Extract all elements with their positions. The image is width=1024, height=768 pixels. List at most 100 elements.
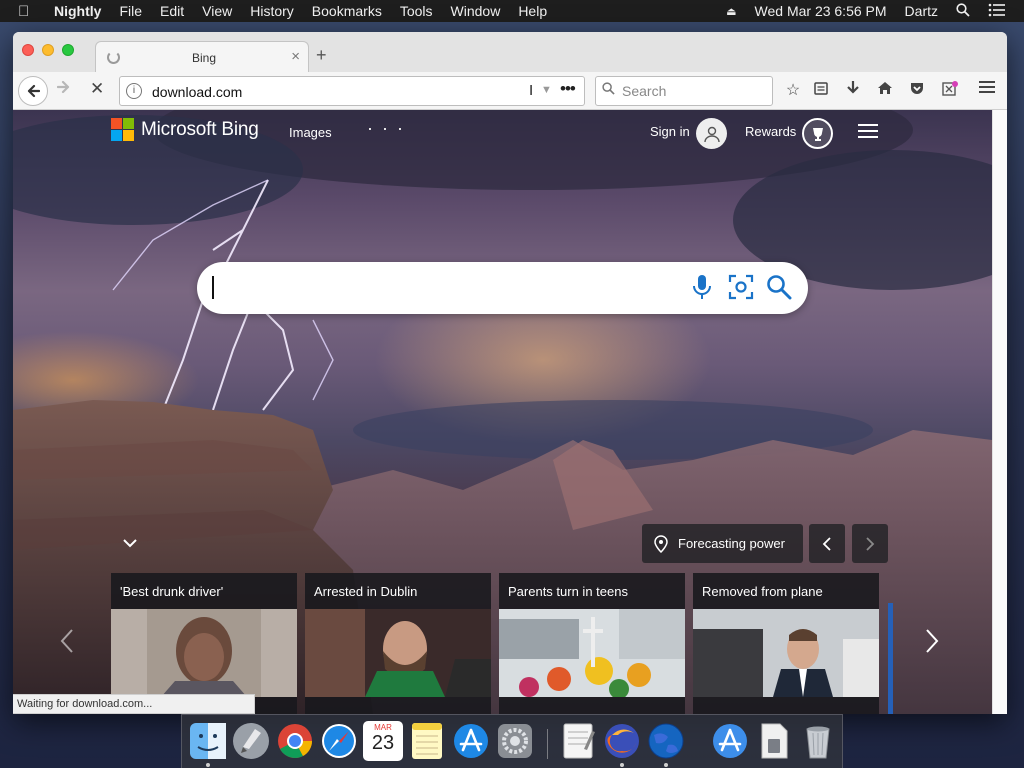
dock: MAR 23	[181, 714, 843, 768]
running-indicator	[206, 763, 210, 767]
navigation-toolbar: ✕ i download.com I ▼ ••• ☆	[13, 72, 1007, 110]
launchpad-icon[interactable]	[231, 721, 271, 761]
menu-view[interactable]: View	[202, 3, 232, 19]
news-next-icon[interactable]	[924, 628, 940, 659]
library-icon[interactable]	[811, 80, 831, 101]
news-carousel: 'Best drunk driver' Arrested in Dublin P…	[111, 573, 891, 714]
next-image-button[interactable]	[852, 524, 888, 563]
downloads-icon[interactable]	[843, 80, 863, 101]
status-bar: Waiting for download.com...	[13, 694, 255, 714]
visual-search-icon[interactable]	[728, 274, 754, 305]
textedit-icon[interactable]	[558, 721, 598, 761]
sign-in-link[interactable]: Sign in	[650, 124, 690, 139]
menu-app-name[interactable]: Nightly	[54, 3, 101, 19]
notification-center-icon[interactable]	[988, 3, 1006, 20]
bing-search-box[interactable]	[197, 262, 808, 314]
menu-tools[interactable]: Tools	[400, 3, 433, 19]
running-indicator	[664, 763, 668, 767]
page-actions-icon[interactable]: •••	[560, 79, 576, 99]
menu-clock[interactable]: Wed Mar 23 6:56 PM	[755, 3, 887, 19]
downloads-stack-icon[interactable]	[754, 721, 794, 761]
news-card[interactable]: Parents turn in teens	[499, 573, 685, 714]
logo-text: Microsoft Bing	[141, 118, 259, 140]
microphone-icon[interactable]	[692, 274, 712, 305]
pocket-icon[interactable]	[907, 80, 927, 101]
bing-logo[interactable]: Microsoft Bing	[111, 118, 259, 141]
menu-window[interactable]: Window	[451, 3, 501, 19]
news-title: Removed from plane	[702, 584, 823, 599]
eject-icon[interactable]: ⏏	[726, 5, 736, 18]
tab-close-icon[interactable]: ×	[291, 48, 300, 65]
globe-app-icon[interactable]	[646, 721, 686, 761]
window-close-button[interactable]	[22, 44, 34, 56]
applications-folder-icon[interactable]	[710, 721, 750, 761]
app-store-icon[interactable]	[451, 721, 491, 761]
window-minimize-button[interactable]	[42, 44, 54, 56]
url-text[interactable]: download.com	[152, 84, 242, 100]
menu-history[interactable]: History	[250, 3, 294, 19]
user-icon	[703, 126, 720, 142]
news-card[interactable]: Arrested in Dublin	[305, 573, 491, 714]
notes-icon[interactable]	[407, 721, 447, 761]
site-info-icon[interactable]: i	[126, 83, 142, 99]
rewards-link[interactable]: Rewards	[745, 124, 796, 139]
loading-spinner-icon	[107, 51, 120, 64]
news-card[interactable]: Removed from plane	[693, 573, 879, 714]
news-thumbnail	[305, 609, 491, 697]
previous-image-button[interactable]	[809, 524, 845, 563]
bookmark-star-icon[interactable]: ☆	[783, 80, 803, 100]
calendar-day: 23	[371, 732, 395, 754]
tab-title: Bing	[192, 51, 217, 65]
menu-user[interactable]: Dartz	[905, 3, 938, 19]
running-indicator	[620, 763, 624, 767]
address-bar[interactable]: i download.com I ▼ •••	[119, 76, 585, 106]
search-submit-icon[interactable]	[766, 274, 792, 305]
news-prev-icon[interactable]	[59, 628, 75, 659]
firefox-icon[interactable]	[602, 721, 642, 761]
menu-help[interactable]: Help	[518, 3, 547, 19]
search-icon	[602, 82, 615, 98]
news-title: Parents turn in teens	[508, 584, 628, 599]
system-preferences-icon[interactable]	[495, 721, 535, 761]
search-bar[interactable]	[595, 76, 773, 106]
tab-bing[interactable]: Bing ×	[95, 41, 309, 72]
image-info-button[interactable]: Forecasting power	[642, 524, 803, 563]
window-zoom-button[interactable]	[62, 44, 74, 56]
nav-more-icon[interactable]: · · ·	[367, 118, 405, 139]
rewards-trophy-icon[interactable]	[802, 118, 833, 149]
trash-icon[interactable]	[798, 721, 838, 761]
avatar[interactable]	[696, 118, 727, 149]
safari-icon[interactable]	[319, 721, 359, 761]
chrome-icon[interactable]	[275, 721, 315, 761]
news-thumbnail	[693, 609, 879, 697]
home-icon[interactable]	[875, 80, 895, 101]
menu-edit[interactable]: Edit	[160, 3, 184, 19]
menu-bookmarks[interactable]: Bookmarks	[312, 3, 382, 19]
spotlight-search-icon[interactable]	[956, 2, 970, 20]
bing-homepage: Microsoft Bing Images · · · Sign in Rewa…	[13, 110, 992, 714]
finder-icon[interactable]	[188, 721, 228, 761]
menu-file[interactable]: File	[119, 3, 142, 19]
forward-button[interactable]	[56, 80, 71, 99]
url-dropdown-icon[interactable]: ▼	[541, 84, 552, 96]
news-thumbnail	[499, 609, 685, 697]
nav-images-link[interactable]: Images	[289, 125, 332, 140]
text-cursor-icon: I	[529, 82, 534, 99]
stop-loading-button[interactable]: ✕	[90, 79, 104, 99]
browser-window: Bing × + ✕ i download.com I ▼ ••• ☆	[13, 32, 1007, 714]
search-input[interactable]	[622, 81, 767, 101]
microsoft-logo-icon	[111, 118, 134, 141]
chevron-down-icon[interactable]	[119, 532, 141, 554]
back-button[interactable]	[18, 76, 48, 106]
news-thumbnail	[111, 609, 297, 697]
apple-menu-icon[interactable]: 	[18, 3, 44, 20]
image-location-label: Forecasting power	[678, 536, 785, 551]
calendar-icon[interactable]: MAR 23	[363, 721, 403, 761]
calendar-month: MAR	[374, 723, 392, 732]
news-card[interactable]: 'Best drunk driver'	[111, 573, 297, 714]
extension-icon[interactable]	[940, 80, 960, 103]
vertical-scrollbar[interactable]	[992, 110, 1007, 714]
new-tab-button[interactable]: +	[316, 45, 327, 66]
settings-menu-icon[interactable]	[858, 124, 878, 142]
menu-hamburger-icon[interactable]	[977, 80, 997, 99]
